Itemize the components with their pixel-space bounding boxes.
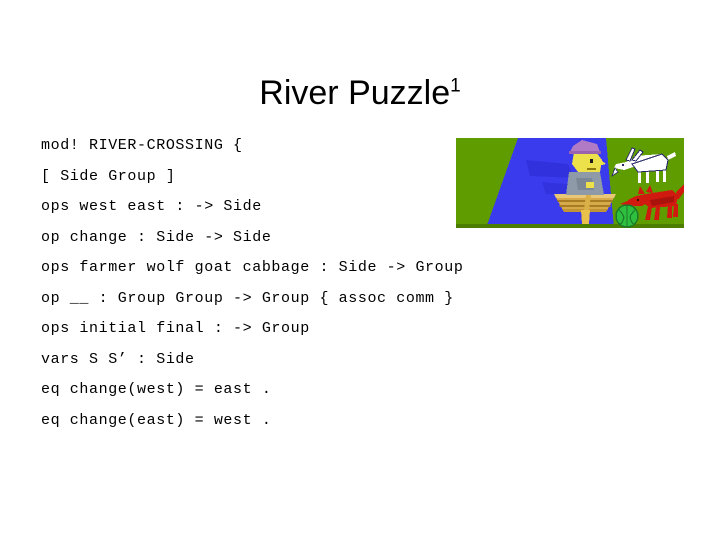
page-title-text: River Puzzle (259, 73, 451, 112)
farmer-eye (590, 159, 593, 163)
cabbage-figure (615, 204, 639, 228)
goat-leg (646, 171, 649, 183)
oar-blade (581, 210, 590, 224)
farmer-mouth (587, 168, 596, 170)
page-title-footnote-marker: 1 (450, 75, 461, 97)
goat-leg (638, 171, 641, 183)
code-line: eq change(east) = west . (41, 411, 272, 429)
farmer-hand (586, 182, 594, 188)
code-line: ops initial final : -> Group (41, 320, 310, 337)
farmer-hat-brim (569, 151, 601, 154)
code-line: eq change(west) = east . (41, 381, 272, 398)
goat-eye (622, 164, 624, 166)
foreground-grass (456, 224, 684, 228)
code-line: vars S S’ : Side (41, 350, 195, 368)
page-title: River Puzzle1 (0, 73, 720, 113)
code-line: ops farmer wolf goat cabbage : Side -> G… (41, 259, 464, 276)
slide-canvas: River Puzzle1 mod! RIVER-CROSSING { [ Si… (0, 0, 720, 540)
boat-plank (557, 200, 613, 202)
goat-leg (663, 169, 666, 182)
code-line: op __ : Group Group -> Group { assoc com… (41, 289, 454, 307)
wolf-eye (637, 199, 639, 201)
river-crossing-illustration (456, 138, 684, 228)
